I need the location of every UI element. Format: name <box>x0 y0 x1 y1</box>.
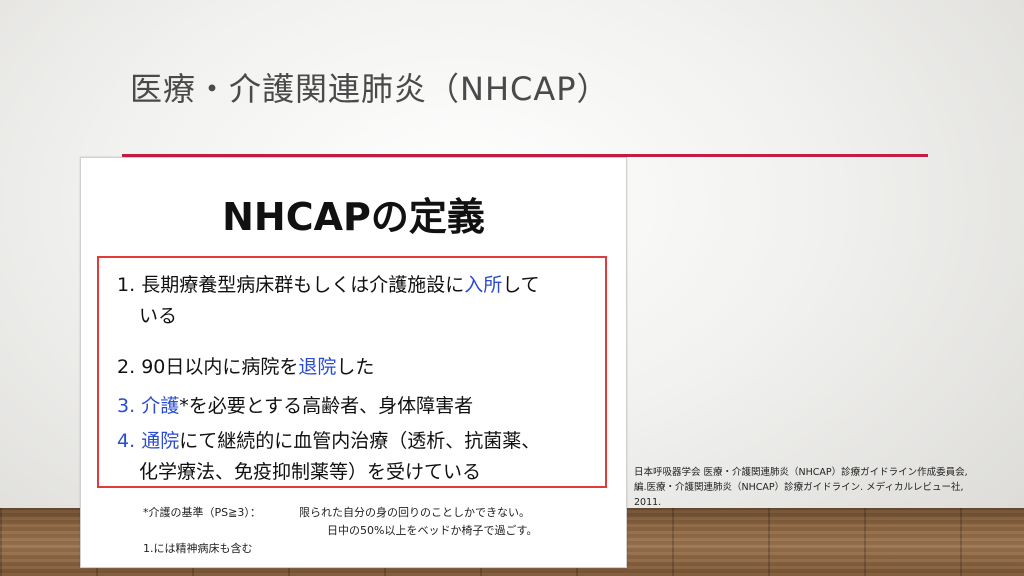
definition-item-4: 4. 通院にて継続的に血管内治療（透析、抗菌薬、 化学療法、免疫抑制薬等）を受け… <box>117 426 597 488</box>
item-highlight: 退院 <box>298 356 337 378</box>
item-number: 2. <box>117 356 136 378</box>
definition-box: 1. 長期療養型病床群もしくは介護施設に入所して いる 2. 90日以内に病院を… <box>97 256 607 488</box>
definition-panel: NHCAPの定義 1. 長期療養型病床群もしくは介護施設に入所して いる 2. … <box>80 157 627 568</box>
panel-heading: NHCAPの定義 <box>222 195 485 239</box>
item-continuation: いる <box>139 305 178 327</box>
citation: 日本呼吸器学会 医療・介護関連肺炎（NHCAP）診療ガイドライン作成委員会, 編… <box>634 465 1019 510</box>
item-text: *を必要とする高齢者、身体障害者 <box>179 395 474 417</box>
definition-item-2: 2. 90日以内に病院を退院した <box>117 352 597 383</box>
item-text: にて継続的に血管内治療（透析、抗菌薬、 <box>179 430 541 452</box>
item-highlight: 入所 <box>464 274 503 296</box>
item-continuation: 化学療法、免疫抑制薬等）を受けている <box>139 461 482 483</box>
item-number: 3. <box>117 395 136 417</box>
item-highlight: 通院 <box>141 430 180 452</box>
citation-line-1: 日本呼吸器学会 医療・介護関連肺炎（NHCAP）診療ガイドライン作成委員会, <box>634 467 968 478</box>
care-criteria-line-1: 限られた自分の身の回りのことしかできない。 <box>299 506 530 519</box>
definition-item-1: 1. 長期療養型病床群もしくは介護施設に入所して いる <box>117 270 597 332</box>
citation-line-2: 編.医療・介護関連肺炎（NHCAP）診療ガイドライン. メディカルレビュー社, <box>634 482 964 493</box>
citation-line-3: 2011. <box>634 497 662 508</box>
item-highlight: 介護 <box>141 395 180 417</box>
psychiatric-bed-note: 1.には精神病床も含む <box>143 542 253 555</box>
slide-title: 医療・介護関連肺炎（NHCAP） <box>130 70 610 108</box>
care-criteria-line-2: 日中の50%以上をベッドか椅子で過ごす。 <box>327 524 538 537</box>
item-number: 4. <box>117 430 136 452</box>
item-text: 長期療養型病床群もしくは介護施設に <box>141 274 465 296</box>
care-criteria-label: *介護の基準（PS≧3）： <box>143 506 261 519</box>
definition-item-3: 3. 介護*を必要とする高齢者、身体障害者 <box>117 391 597 422</box>
item-text: して <box>502 274 540 296</box>
item-text: した <box>336 356 375 378</box>
item-text: 90日以内に病院を <box>141 356 299 378</box>
item-number: 1. <box>117 274 136 296</box>
